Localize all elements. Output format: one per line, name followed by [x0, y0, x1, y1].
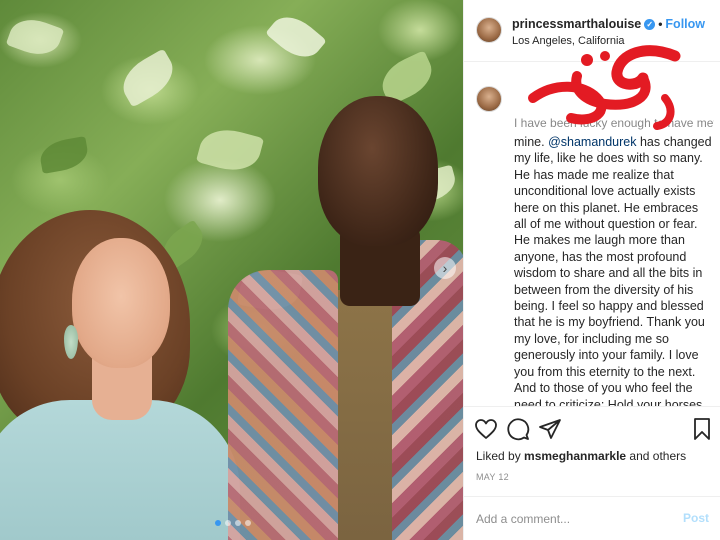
- follow-button[interactable]: Follow: [665, 17, 705, 31]
- comment-input[interactable]: [476, 509, 666, 529]
- post-date[interactable]: MAY 12: [476, 472, 509, 482]
- foliage: [5, 12, 65, 62]
- carousel-dot: [235, 520, 241, 526]
- patterned-scarf: [228, 270, 338, 540]
- likes-summary: Liked by msmeghanmarkle and others: [476, 449, 686, 463]
- post-photo[interactable]: ›: [0, 0, 463, 540]
- liked-by-user-link[interactable]: msmeghanmarkle: [524, 449, 626, 463]
- post-caption: mine. @shamandurek has changed my life, …: [514, 86, 714, 406]
- avatar[interactable]: [476, 86, 502, 112]
- separator: •: [658, 17, 663, 31]
- carousel-dot: [215, 520, 221, 526]
- chevron-right-icon[interactable]: ›: [434, 257, 456, 279]
- woman-dress: [0, 400, 240, 540]
- carousel-dot: [245, 520, 251, 526]
- mention-link[interactable]: @shamandurek: [548, 135, 636, 149]
- foliage: [37, 136, 91, 174]
- carousel-dots: [215, 520, 251, 526]
- liked-by-suffix[interactable]: and others: [626, 449, 686, 463]
- liked-by-prefix: Liked by: [476, 449, 525, 463]
- header-user-line: princessmarthalouise ✓ • Follow: [512, 17, 705, 31]
- share-icon[interactable]: [538, 417, 562, 441]
- carousel-dot: [225, 520, 231, 526]
- foliage: [195, 122, 265, 178]
- caption-lead: mine.: [514, 135, 545, 149]
- avatar[interactable]: [476, 17, 502, 43]
- post-actions: [464, 406, 720, 448]
- verified-badge-icon: ✓: [644, 19, 656, 30]
- username-link[interactable]: princessmarthalouise: [512, 17, 641, 31]
- woman-face: [72, 238, 170, 368]
- caption-body-2: And to those of you who feel the need to…: [514, 381, 706, 406]
- site-watermark-logo: [528, 45, 681, 130]
- foliage: [114, 48, 182, 108]
- foliage: [265, 7, 327, 67]
- comment-icon[interactable]: [506, 417, 530, 441]
- add-comment-bar: Post: [464, 496, 720, 540]
- bookmark-icon[interactable]: [690, 417, 714, 441]
- man-head: [318, 96, 438, 246]
- caption-body: has changed my life, like he does with s…: [514, 135, 712, 379]
- heart-icon[interactable]: [474, 417, 498, 441]
- post-comment-button[interactable]: Post: [683, 511, 709, 525]
